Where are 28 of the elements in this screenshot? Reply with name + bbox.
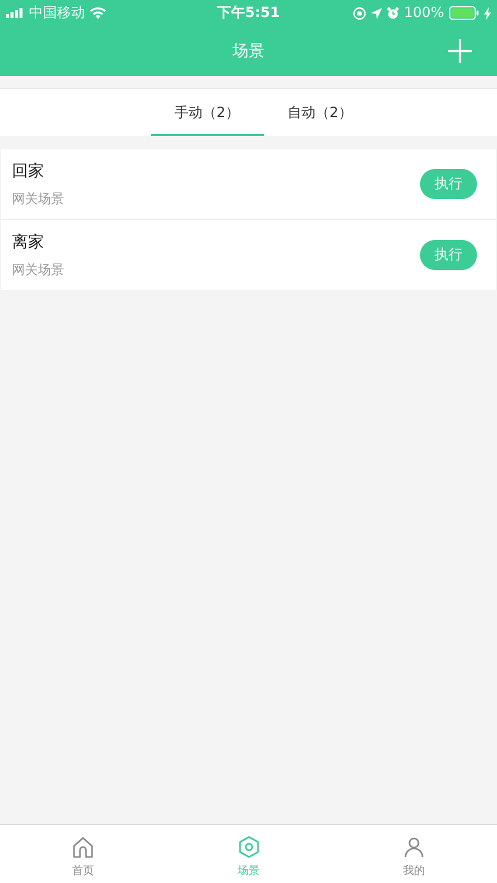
- tab-bar-label[interactable]: 我的: [403, 863, 426, 878]
- alarm-icon: [386, 7, 399, 19]
- scene-name: 离家: [12, 232, 45, 252]
- location-icon: [370, 8, 382, 18]
- tab[interactable]: 手动（2）: [150, 89, 264, 136]
- tab-bar-label[interactable]: 首页: [72, 863, 94, 878]
- person-icon[interactable]: [402, 835, 426, 859]
- add-icon[interactable]: [448, 39, 472, 63]
- hexagon-icon[interactable]: [236, 835, 260, 859]
- run-button[interactable]: 执行: [420, 240, 477, 270]
- orientation-lock-icon: [352, 6, 366, 20]
- battery-percent: 100%: [404, 5, 444, 21]
- scene-name: 回家: [12, 160, 45, 182]
- signal-icon: [6, 8, 24, 18]
- charging-icon: [484, 6, 491, 20]
- scene-row[interactable]: 回家 网关场景 执行: [1, 149, 496, 219]
- scene-type: 网关场景: [12, 262, 64, 278]
- page-title: 场景: [232, 40, 264, 62]
- home-icon[interactable]: [70, 835, 95, 859]
- tab-bar-label[interactable]: 场景: [238, 863, 260, 878]
- run-button[interactable]: 执行: [420, 169, 477, 199]
- scene-row[interactable]: 离家 网关场景 执行: [1, 220, 496, 290]
- wifi-icon: [90, 7, 106, 19]
- scene-type: 网关场景: [12, 190, 64, 208]
- tab[interactable]: 自动（2）: [264, 89, 376, 136]
- battery-icon: [449, 6, 479, 20]
- status-time: 下午5:51: [217, 4, 280, 22]
- carrier-name: 中国移动: [29, 4, 85, 22]
